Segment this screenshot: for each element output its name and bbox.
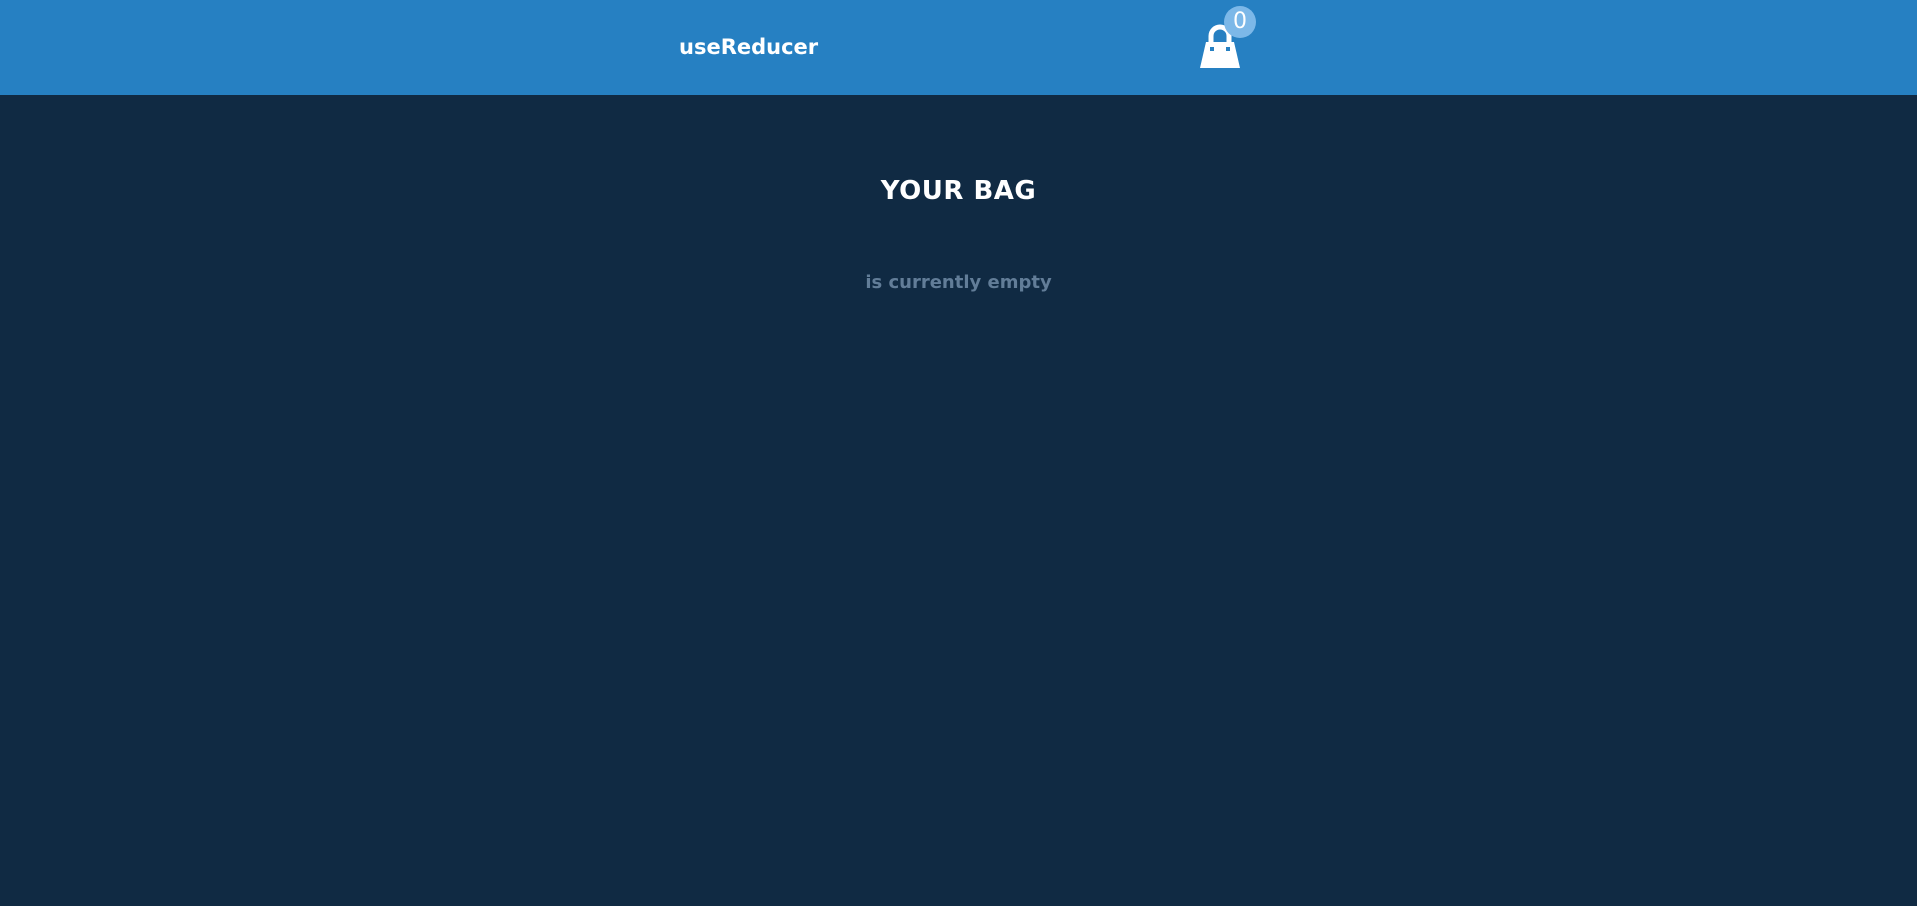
cart-count-badge: 0	[1224, 6, 1256, 38]
brand-title: useReducer	[679, 35, 819, 59]
cart-title: YOUR BAG	[880, 176, 1037, 206]
empty-cart-message: is currently empty	[865, 272, 1052, 293]
navbar: useReducer 0	[0, 0, 1917, 95]
cart-button[interactable]: 0	[1198, 6, 1260, 68]
